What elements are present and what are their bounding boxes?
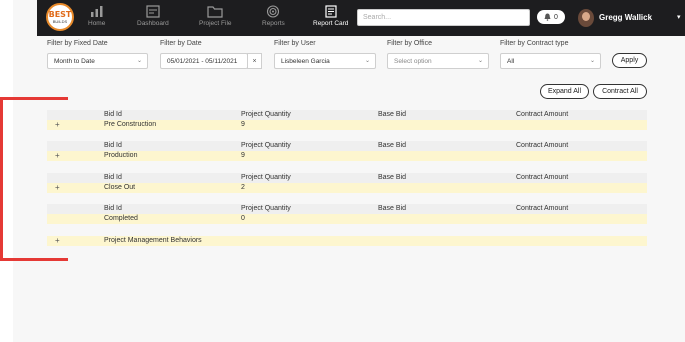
chevron-down-icon: ⌄ <box>136 58 142 64</box>
group-quantity: 9 <box>241 152 245 159</box>
report-card-icon <box>325 5 337 18</box>
filter-contract-type-select[interactable]: All ⌄ <box>500 53 601 69</box>
filter-fixed-date-value: Month to Date <box>54 58 95 65</box>
nav-reports[interactable]: Reports <box>262 5 285 33</box>
user-menu-caret-icon[interactable]: ▾ <box>677 13 681 21</box>
nav-report-card[interactable]: Report Card <box>313 5 348 33</box>
chevron-down-icon: ⌄ <box>477 58 483 64</box>
nav-project-file[interactable]: Project File <box>199 5 232 33</box>
filter-fixed-date-label: Filter by Fixed Date <box>47 40 108 47</box>
group-row[interactable]: + Production 9 <box>47 151 647 161</box>
notifications-button[interactable]: 0 <box>537 10 565 24</box>
app-logo[interactable]: BEST BUILDS <box>46 3 74 31</box>
group-name: Close Out <box>104 184 136 191</box>
folder-icon <box>207 6 223 18</box>
nav-dashboard[interactable]: Dashboard <box>137 5 169 33</box>
col-base-bid: Base Bid <box>378 111 407 118</box>
notification-count: 0 <box>554 13 558 21</box>
nav-home[interactable]: Home <box>88 5 105 33</box>
behaviors-name: Project Management Behaviors <box>104 237 202 244</box>
filter-date-input[interactable]: 05/01/2021 - 05/11/2021 <box>160 53 248 69</box>
search-input[interactable]: Search... <box>357 9 530 26</box>
col-project-quantity: Project Quantity <box>241 205 291 212</box>
bar-chart-icon <box>90 6 103 17</box>
nav-dashboard-label: Dashboard <box>137 20 169 27</box>
col-bid-id: Bid Id <box>104 111 122 118</box>
filter-date-label: Filter by Date <box>160 40 202 47</box>
dashboard-icon <box>146 5 160 18</box>
col-bid-id: Bid Id <box>104 142 122 149</box>
col-base-bid: Base Bid <box>378 205 407 212</box>
group-name: Production <box>104 152 138 159</box>
target-icon <box>267 5 280 18</box>
nav-report-card-label: Report Card <box>313 20 349 27</box>
filter-user-label: Filter by User <box>274 40 316 47</box>
clear-date-button[interactable]: × <box>247 53 262 69</box>
behaviors-row[interactable]: + Project Management Behaviors <box>47 236 647 246</box>
filter-fixed-date-select[interactable]: Month to Date ⌄ <box>47 53 148 69</box>
group-name: Completed <box>104 215 138 222</box>
col-project-quantity: Project Quantity <box>241 111 291 118</box>
user-avatar[interactable] <box>578 9 594 27</box>
col-project-quantity: Project Quantity <box>241 142 291 149</box>
filter-contract-type-value: All <box>507 58 515 65</box>
filter-user-value: Lisbeleen Garcia <box>281 58 330 65</box>
col-base-bid: Base Bid <box>378 142 407 149</box>
logo-text: BEST <box>48 9 72 19</box>
filter-contract-type-label: Filter by Contract type <box>500 40 569 47</box>
col-contract-amount: Contract Amount <box>516 205 569 212</box>
group-quantity: 2 <box>241 184 245 191</box>
group-header-row: Bid Id Project Quantity Base Bid Contrac… <box>47 173 647 183</box>
filter-date-value: 05/01/2021 - 05/11/2021 <box>167 58 238 65</box>
group-header-row: Bid Id Project Quantity Base Bid Contrac… <box>47 110 647 120</box>
filter-office-label: Filter by Office <box>387 40 432 47</box>
group-name: Pre Construction <box>104 121 157 128</box>
filter-user-select[interactable]: Lisbeleen Garcia ⌄ <box>274 53 376 69</box>
app-frame <box>13 0 685 342</box>
group-quantity: 0 <box>241 215 245 222</box>
group-quantity: 9 <box>241 121 245 128</box>
nav-reports-label: Reports <box>262 20 285 27</box>
col-project-quantity: Project Quantity <box>241 174 291 181</box>
col-contract-amount: Contract Amount <box>516 142 569 149</box>
col-contract-amount: Contract Amount <box>516 174 569 181</box>
apply-button[interactable]: Apply <box>612 53 647 68</box>
group-row[interactable]: + Pre Construction 9 <box>47 120 647 130</box>
col-bid-id: Bid Id <box>104 205 122 212</box>
expand-all-button[interactable]: Expand All <box>540 84 589 99</box>
highlight-bracket <box>0 97 68 261</box>
user-name[interactable]: Gregg Wallick <box>599 13 652 22</box>
logo-subtext: BUILDS <box>52 18 68 24</box>
col-contract-amount: Contract Amount <box>516 111 569 118</box>
filter-office-value: Select option <box>394 58 432 65</box>
top-navigation: BEST BUILDS Home Dashboard Project File … <box>37 0 685 36</box>
contract-all-button[interactable]: Contract All <box>593 84 647 99</box>
nav-home-label: Home <box>88 20 106 27</box>
bell-icon <box>544 13 551 21</box>
group-row: Completed 0 <box>47 214 647 224</box>
col-bid-id: Bid Id <box>104 174 122 181</box>
group-row[interactable]: + Close Out 2 <box>47 183 647 193</box>
chevron-down-icon: ⌄ <box>589 58 595 64</box>
group-header-row: Bid Id Project Quantity Base Bid Contrac… <box>47 204 647 214</box>
filter-office-select[interactable]: Select option ⌄ <box>387 53 489 69</box>
nav-project-file-label: Project File <box>199 20 232 27</box>
col-base-bid: Base Bid <box>378 174 407 181</box>
chevron-down-icon: ⌄ <box>364 58 370 64</box>
group-header-row: Bid Id Project Quantity Base Bid Contrac… <box>47 141 647 151</box>
